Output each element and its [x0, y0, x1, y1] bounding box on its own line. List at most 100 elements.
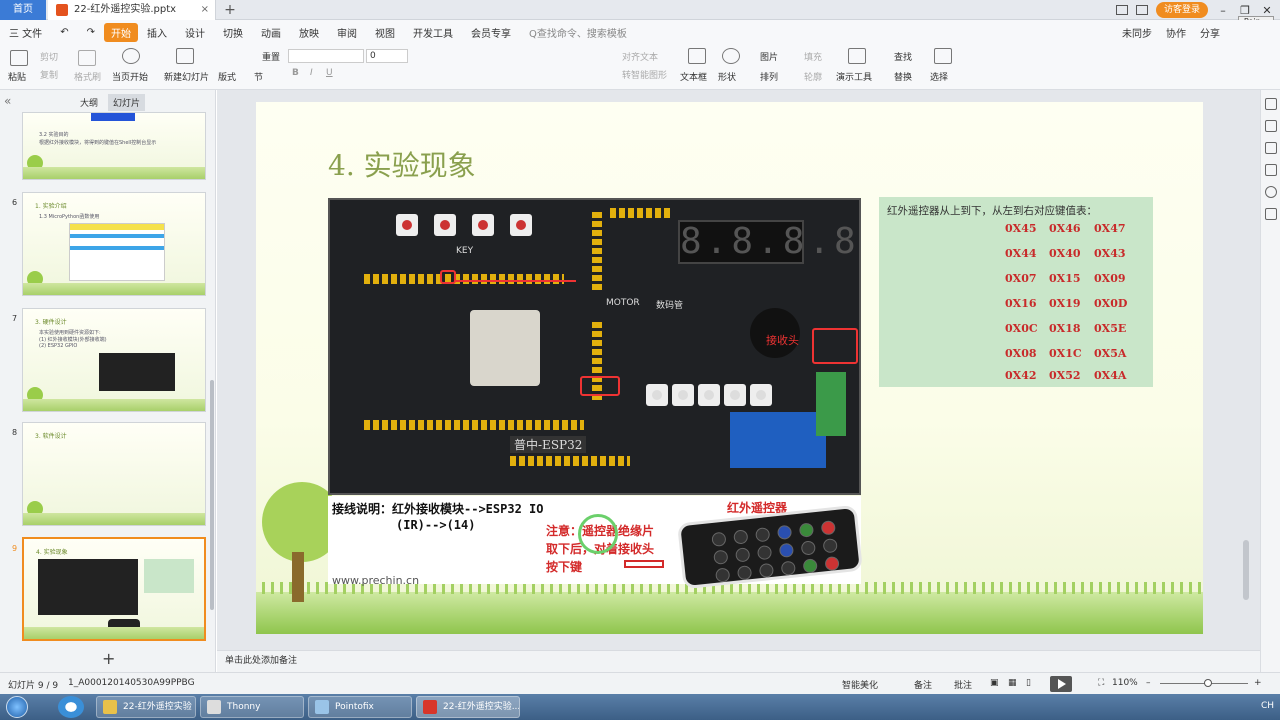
skin-icon[interactable] [1135, 5, 1148, 15]
sorter-view-icon[interactable]: ▦ [1008, 678, 1017, 688]
thumbnail-scrollbar[interactable] [210, 380, 214, 610]
redo-icon[interactable]: ↷ [78, 27, 104, 38]
zoom-level[interactable]: 110% [1112, 678, 1138, 688]
system-tray[interactable]: CH [1261, 701, 1274, 711]
menu-transition[interactable]: 切换 [214, 25, 252, 40]
slide-title[interactable]: 4. 实验现象 [328, 144, 476, 184]
restore-icon[interactable]: ❐ [1238, 4, 1252, 17]
settings-icon[interactable] [1265, 120, 1277, 132]
command-search[interactable]: Q查找命令、搜索模板 [520, 25, 636, 40]
menu-member[interactable]: 会员专享 [462, 25, 520, 40]
slide-thumbnail-8[interactable]: 3. 软件设计 [22, 422, 206, 526]
comments-button[interactable]: 批注 [954, 678, 972, 691]
format-painter-button[interactable]: 格式刷 [74, 70, 101, 83]
add-slide-button[interactable]: + [102, 649, 115, 668]
taskbar-item-wps[interactable]: 22-红外遥控实验... [416, 696, 520, 718]
taskbar-item-pointofix[interactable]: Pointofix [308, 696, 412, 718]
textbox-button[interactable]: 文本框 [680, 70, 707, 83]
slide-thumbnail-6[interactable]: 1. 实验介绍 1.3 MicroPython函数使用 [22, 192, 206, 296]
new-tab-button[interactable]: + [222, 0, 238, 20]
menu-slideshow[interactable]: 放映 [290, 25, 328, 40]
close-icon[interactable]: × [201, 0, 209, 20]
slide-thumbnail-5[interactable]: 3.2 实验目的 根据红外接收模块，将得到的键值在Shell控制台显示 [22, 112, 206, 180]
sync-status[interactable]: 未同步 [1122, 25, 1152, 40]
properties-icon[interactable] [1265, 98, 1277, 110]
play-slideshow-button[interactable] [1050, 676, 1072, 692]
share-button[interactable]: 分享 [1200, 25, 1220, 40]
select-button[interactable]: 选择 [930, 70, 948, 83]
animation-icon[interactable] [1265, 142, 1277, 154]
notes-toggle-button[interactable]: 备注 [914, 678, 932, 691]
zoom-out-icon[interactable]: – [1146, 678, 1151, 688]
play-icon[interactable] [122, 48, 140, 64]
font-size-input[interactable]: 0 [366, 49, 408, 63]
tab-home[interactable]: 首页 [0, 0, 46, 20]
to-smartart-button[interactable]: 转智能图形 [622, 68, 667, 81]
reading-view-icon[interactable]: ▯ [1026, 678, 1031, 688]
font-name-input[interactable] [288, 49, 364, 63]
copy-button[interactable]: 复制 [40, 68, 58, 81]
layout-icon[interactable] [1115, 5, 1128, 15]
new-slide-button[interactable]: 新建幻灯片 [164, 70, 209, 83]
esp32-board-photo[interactable]: KEY 8.8.8.8 MOTOR 数码管 接收头 普中-ESP32 [328, 198, 861, 495]
slide-thumbnail-9[interactable]: 4. 实验现象 [22, 537, 206, 641]
slide-thumbnail-7[interactable]: 3. 硬件设计 本实验使用到硬件资源如下: (1) 红外接收模块(外部接收端) … [22, 308, 206, 412]
backup-icon[interactable] [1265, 208, 1277, 220]
smart-beautify-button[interactable]: 智能美化 [842, 678, 878, 691]
menu-start[interactable]: 开始 [103, 22, 138, 42]
input-language[interactable]: CH [1261, 701, 1274, 711]
shape-icon[interactable] [722, 48, 740, 64]
help-icon[interactable] [1265, 186, 1277, 198]
find-button[interactable]: 查找 [894, 50, 912, 63]
menu-insert[interactable]: 插入 [138, 25, 176, 40]
outline-button[interactable]: 轮廓 [804, 70, 822, 83]
zoom-in-icon[interactable]: + [1254, 678, 1262, 688]
shape-button[interactable]: 形状 [718, 70, 736, 83]
taskbar-item-thonny[interactable]: Thonny [200, 696, 304, 718]
presenter-tools-icon[interactable] [848, 48, 866, 64]
cut-button[interactable]: 剪切 [40, 50, 58, 63]
tab-outline[interactable]: 大纲 [80, 96, 98, 109]
taskbar-item-folder[interactable]: 22-红外遥控实验 [96, 696, 196, 718]
menu-animation[interactable]: 动画 [252, 25, 290, 40]
menu-review[interactable]: 审阅 [328, 25, 366, 40]
minimize-icon[interactable]: – [1216, 4, 1230, 17]
menu-view[interactable]: 视图 [366, 25, 404, 40]
fit-window-icon[interactable]: ⛶ [1098, 678, 1104, 688]
notes-input[interactable]: 单击此处添加备注 [217, 650, 1260, 672]
new-slide-icon[interactable] [176, 48, 194, 64]
align-text-button[interactable]: 对齐文本 [622, 50, 658, 63]
replace-button[interactable]: 替换 [894, 70, 912, 83]
bold-icon[interactable]: B [292, 68, 299, 78]
start-button[interactable] [6, 696, 28, 718]
menu-developer[interactable]: 开发工具 [404, 25, 462, 40]
select-icon[interactable] [934, 48, 952, 64]
collapse-pane-icon[interactable]: « [4, 94, 11, 108]
arrange-button[interactable]: 排列 [760, 70, 778, 83]
picture-button[interactable]: 图片 [760, 50, 778, 63]
current-slide[interactable]: 4. 实验现象 KEY 8.8.8.8 MOTOR 数码管 接收头 普中-ESP… [256, 102, 1203, 634]
paste-button[interactable]: 粘贴 [8, 70, 26, 83]
menu-design[interactable]: 设计 [176, 25, 214, 40]
from-current-button[interactable]: 当页开始 [112, 70, 148, 83]
format-painter-icon[interactable] [78, 50, 96, 66]
close-window-icon[interactable]: ✕ [1260, 4, 1274, 17]
reset-button[interactable]: 重置 [262, 50, 280, 63]
undo-icon[interactable]: ↶ [51, 27, 77, 38]
section-button[interactable]: 节 [254, 70, 263, 83]
tab-document[interactable]: 22-红外遥控实验.pptx × [48, 0, 216, 20]
zoom-slider-handle[interactable] [1204, 679, 1212, 687]
paste-icon[interactable] [10, 50, 28, 66]
browser-icon[interactable] [58, 696, 84, 718]
layout-button[interactable]: 版式 [218, 70, 236, 83]
key-value-table[interactable]: 红外遥控器从上到下，从左到右对应键值表： 0X45 0X46 0X47 0X44… [879, 197, 1153, 387]
normal-view-icon[interactable]: ▣ [990, 678, 999, 688]
underline-icon[interactable]: U [326, 68, 333, 78]
collaborate-button[interactable]: 协作 [1166, 25, 1186, 40]
fill-button[interactable]: 填充 [804, 50, 822, 63]
italic-icon[interactable]: I [310, 68, 313, 78]
copy-icon[interactable] [1265, 164, 1277, 176]
editor-scrollbar[interactable] [1243, 540, 1249, 600]
login-button[interactable]: 访客登录 [1155, 2, 1208, 18]
menu-file[interactable]: 三 文件 [0, 25, 51, 40]
